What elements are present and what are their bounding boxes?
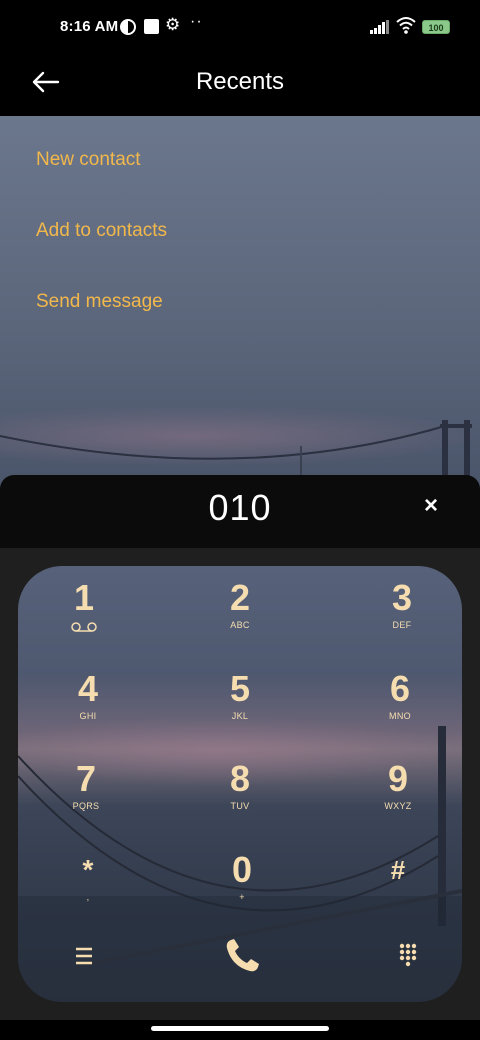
key-digit: 6: [389, 668, 411, 709]
key-3[interactable]: 3 DEF: [342, 574, 462, 654]
key-star[interactable]: * ,: [28, 846, 148, 926]
dialpad-toggle-button[interactable]: [386, 936, 430, 976]
key-letters: ,: [86, 892, 90, 902]
voicemail-icon: [71, 622, 97, 632]
menu-icon: [76, 947, 92, 965]
keypad: 1 2 ABC 3 DEF 4 GHI 5 JKL 6 MNO 7 PQRS 8…: [18, 566, 462, 1002]
key-digit: 5: [229, 668, 251, 709]
call-button[interactable]: [218, 932, 266, 980]
navigation-bar: [0, 1020, 480, 1040]
key-digit: 1: [73, 577, 95, 618]
add-to-contacts-option[interactable]: Add to contacts: [36, 220, 167, 242]
menu-button[interactable]: [62, 936, 106, 976]
key-letters: +: [239, 892, 245, 902]
key-9[interactable]: 9 WXYZ: [338, 755, 458, 835]
key-digit: #: [390, 855, 406, 885]
keypad-container: 1 2 ABC 3 DEF 4 GHI 5 JKL 6 MNO 7 PQRS 8…: [0, 548, 480, 1020]
key-hash[interactable]: #: [338, 846, 458, 926]
key-7[interactable]: 7 PQRS: [26, 755, 146, 835]
key-letters: GHI: [79, 711, 97, 721]
clear-button[interactable]: ×: [418, 493, 444, 519]
key-letters: WXYZ: [384, 801, 412, 811]
send-message-option[interactable]: Send message: [36, 291, 163, 313]
key-5[interactable]: 5 JKL: [180, 665, 300, 745]
key-digit: 2: [229, 577, 251, 618]
new-contact-option[interactable]: New contact: [36, 149, 141, 171]
wifi-icon: [396, 17, 416, 34]
key-6[interactable]: 6 MNO: [340, 665, 460, 745]
dialpad-icon: [399, 943, 417, 967]
page-title: Recents: [195, 68, 285, 95]
signal-icon: [370, 20, 389, 34]
status-bar: 8:16 AM ⚙ ·· 100: [0, 0, 480, 56]
key-digit: 7: [75, 758, 97, 799]
key-digit: *: [82, 854, 94, 885]
more-dots-icon: ··: [190, 13, 203, 30]
key-8[interactable]: 8 TUV: [180, 755, 300, 835]
key-letters: DEF: [392, 620, 412, 630]
key-digit: 9: [387, 758, 409, 799]
battery-icon: 100: [422, 20, 450, 34]
key-letters: JKL: [231, 711, 249, 721]
key-2[interactable]: 2 ABC: [180, 574, 300, 654]
key-digit: 8: [229, 758, 251, 799]
dialed-number: 010: [208, 487, 272, 528]
key-letters: MNO: [389, 711, 411, 721]
call-icon: [226, 939, 259, 972]
key-0[interactable]: 0 +: [182, 846, 302, 926]
moon-icon: [120, 19, 136, 35]
header: Recents: [0, 56, 480, 116]
key-letters: ABC: [230, 620, 250, 630]
key-letters: PQRS: [72, 801, 100, 811]
gear-icon: ⚙: [165, 15, 181, 34]
key-digit: 0: [231, 849, 253, 890]
key-digit: 4: [77, 668, 99, 709]
number-display: 010 ×: [0, 475, 480, 548]
status-time: 8:16 AM: [60, 18, 119, 35]
key-letters: TUV: [230, 801, 250, 811]
square-icon: [144, 19, 159, 34]
home-indicator[interactable]: [151, 1026, 329, 1031]
bridge-silhouette: [0, 420, 472, 486]
key-1[interactable]: 1: [24, 574, 144, 654]
key-4[interactable]: 4 GHI: [28, 665, 148, 745]
key-digit: 3: [391, 577, 413, 618]
